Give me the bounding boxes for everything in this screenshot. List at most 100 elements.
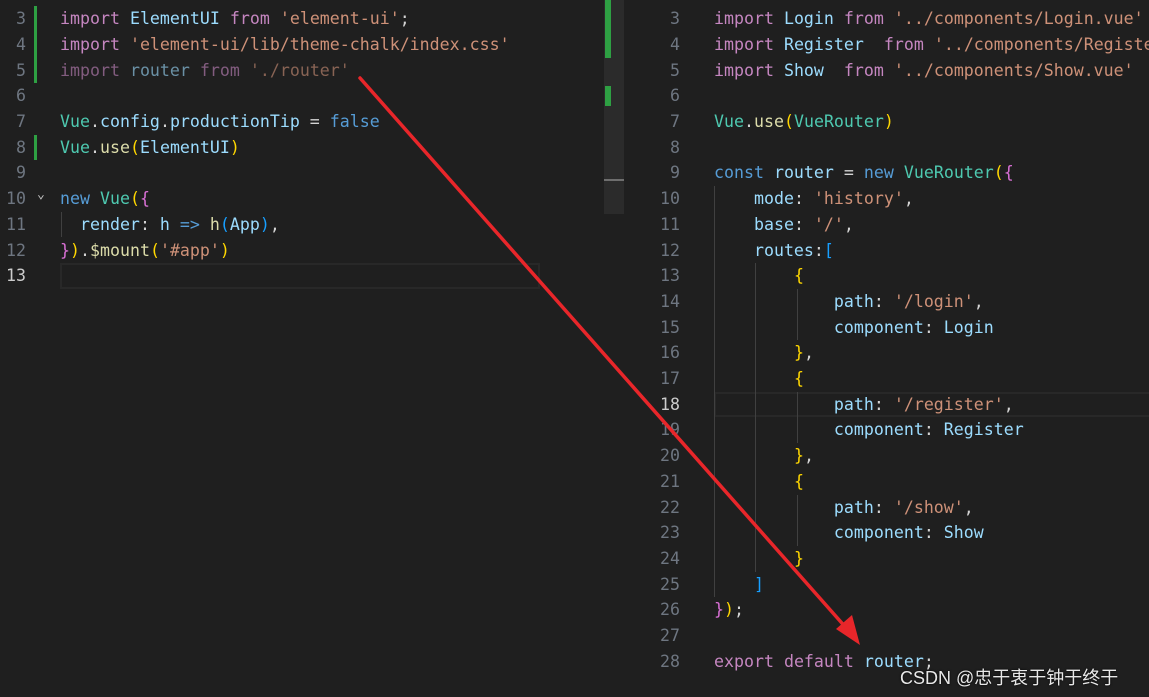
code-line[interactable]: 11 base: '/', [624, 212, 1149, 238]
right-editor-pane[interactable]: 3 import Login from '../components/Login.… [624, 0, 1149, 697]
code-line[interactable]: 27 [624, 623, 1149, 649]
code-token: , [843, 214, 854, 234]
code-line[interactable]: 8 Vue.use(ElementUI) [0, 134, 604, 161]
code-text: import ElementUI from 'element-ui'; [60, 6, 410, 32]
code-line[interactable]: 5 import router from './router' [0, 57, 604, 84]
code-token: ( [783, 112, 794, 131]
code-line[interactable]: 6 [0, 83, 604, 109]
overview-ruler-scrollbar[interactable] [604, 0, 624, 697]
line-number: 12 [660, 240, 680, 260]
code-line[interactable]: 19 component: Register [624, 417, 1149, 443]
code-line[interactable]: 6 [624, 83, 1149, 109]
code-line[interactable]: 23 component: Show [624, 520, 1149, 546]
code-token: ) [219, 240, 230, 260]
code-line[interactable]: 21 { [624, 469, 1149, 495]
git-added-gutter-marker [34, 134, 37, 161]
line-number: 12 [6, 240, 26, 260]
code-token: Login [783, 9, 834, 29]
code-line[interactable]: 5 import Show from '../components/Show.vu… [624, 58, 1149, 84]
left-editor-pane[interactable]: 3 import ElementUI from 'element-ui'; 4 imp… [0, 0, 604, 697]
code-line[interactable]: 26}); [624, 597, 1149, 623]
code-line[interactable]: 15 component: Login [624, 315, 1149, 341]
code-line[interactable]: 7 Vue.use(VueRouter) [624, 109, 1149, 135]
code-text: component: Register [714, 417, 1024, 443]
code-token: routes [753, 240, 814, 260]
code-token: { [793, 471, 804, 491]
line-number: 17 [660, 369, 680, 388]
indent-guide [61, 211, 62, 238]
code-token: { [139, 189, 150, 209]
code-line[interactable]: 9 [0, 160, 604, 186]
code-token: from [199, 60, 240, 80]
code-token: Vue [714, 112, 744, 131]
line-number: 4 [16, 34, 26, 54]
code-token: path [833, 394, 874, 414]
code-line[interactable]: 11 render: h => h(App), [0, 212, 604, 238]
code-token: ElementUI [129, 9, 220, 29]
line-number: 22 [660, 497, 680, 517]
code-token: './router' [249, 60, 350, 80]
code-token: = [833, 163, 864, 183]
line-number: 11 [660, 214, 680, 234]
indent-guide [714, 186, 715, 598]
code-line[interactable]: 8 [624, 135, 1149, 161]
code-line[interactable]: 25 ] [624, 572, 1149, 598]
code-line[interactable]: 4 import Register from '../components/Reg… [624, 32, 1149, 58]
code-line[interactable]: 12}).$mount('#app') [0, 238, 604, 264]
line-number: 13 [6, 266, 26, 286]
fold-chevron-icon[interactable]: ⌄ [37, 182, 45, 208]
line-number: 5 [670, 60, 680, 80]
code-line[interactable]: 10 mode: 'history', [624, 186, 1149, 212]
code-token: : [793, 189, 814, 209]
code-token: '/register' [893, 394, 1004, 414]
code-token: { [1003, 163, 1014, 183]
code-text: import 'element-ui/lib/theme-chalk/index… [60, 32, 510, 58]
code-line[interactable]: 17 { [624, 366, 1149, 392]
code-line[interactable]: 24 } [624, 546, 1149, 572]
code-line[interactable]: 16 }, [624, 340, 1149, 366]
code-line[interactable]: 20 }, [624, 443, 1149, 469]
code-token: '../components/Show.vue' [893, 60, 1134, 80]
code-line[interactable]: 13 { [624, 263, 1149, 289]
code-token: . [89, 137, 100, 157]
code-token: router [129, 60, 190, 80]
code-line[interactable]: 7 Vue.config.productionTip = false [0, 109, 604, 135]
code-token: import [714, 34, 774, 54]
code-line[interactable]: 10 ⌄ new Vue({ [0, 186, 604, 212]
code-token: import [60, 34, 120, 54]
code-line[interactable]: 22 path: '/show', [624, 495, 1149, 521]
line-number: 23 [660, 523, 680, 543]
code-token: ] [753, 574, 764, 594]
code-token: '/' [813, 214, 844, 234]
code-line[interactable]: 9 const router = new VueRouter({ [624, 160, 1149, 186]
code-token: , [803, 343, 814, 363]
code-line[interactable]: 3 import Login from '../components/Login.… [624, 6, 1149, 32]
code-token: : [793, 214, 814, 234]
code-token: import [714, 9, 774, 29]
code-line[interactable]: 13 [0, 263, 604, 289]
code-token: component [833, 420, 924, 440]
code-token: { [793, 266, 804, 286]
code-token: ; [399, 9, 410, 29]
code-line[interactable]: 14 path: '/login', [624, 289, 1149, 315]
code-token: : [923, 523, 944, 543]
code-line[interactable]: 12 routes:[ [624, 238, 1149, 264]
code-line[interactable]: 4 import 'element-ui/lib/theme-chalk/inde… [0, 31, 604, 58]
code-line[interactable]: 18 path: '/register', [624, 392, 1149, 418]
line-number: 7 [670, 112, 680, 131]
code-token: productionTip [169, 112, 300, 131]
code-line[interactable]: 3 import ElementUI from 'element-ui'; [0, 6, 604, 32]
code-text: }, [714, 340, 814, 366]
